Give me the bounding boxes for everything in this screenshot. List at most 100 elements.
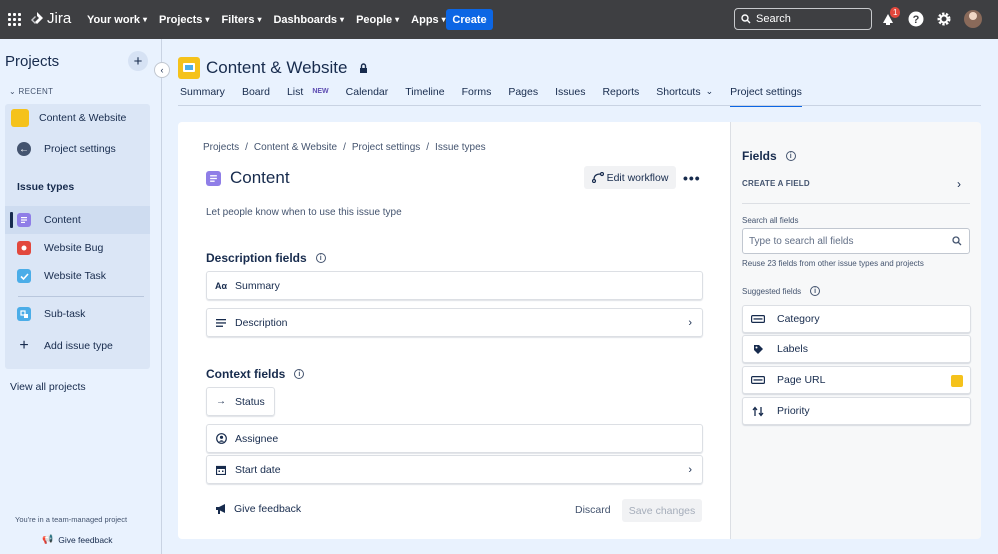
nav-projects[interactable]: Projects ▾ xyxy=(159,14,209,26)
priority-icon xyxy=(750,405,766,417)
search-fields-label: Search all fields xyxy=(742,216,799,225)
sidebar-item-add-issue-type[interactable]: + Add issue type xyxy=(5,332,150,360)
content-issue-type-icon xyxy=(17,213,31,227)
issue-type-name[interactable]: Content xyxy=(230,168,290,188)
create-field-link[interactable]: CREATE A FIELD xyxy=(742,179,810,188)
save-changes-button[interactable]: Save changes xyxy=(622,499,702,522)
suggested-fields-label: Suggested fields i xyxy=(742,286,821,296)
user-avatar[interactable] xyxy=(964,10,982,28)
content-issue-type-icon[interactable] xyxy=(206,170,221,186)
fields-panel: Fields i CREATE A FIELD › Search all fiel… xyxy=(730,122,981,539)
field-start-date[interactable]: Start date › xyxy=(206,455,703,484)
sidebar-item-label: Website Task xyxy=(44,270,107,282)
project-avatar-icon xyxy=(951,375,963,387)
sidebar-project-panel: Content & Website ← Project settings Iss… xyxy=(5,104,150,369)
recent-header: ⌄ RECENT xyxy=(9,87,54,96)
info-icon[interactable]: i xyxy=(294,369,305,379)
app-switcher-icon[interactable] xyxy=(8,13,21,26)
sidebar-item-website-bug[interactable]: Website Bug xyxy=(5,234,150,262)
tab-board[interactable]: Board xyxy=(242,86,270,106)
lock-icon[interactable] xyxy=(357,62,370,75)
workflow-icon xyxy=(591,172,604,183)
suggested-field-priority[interactable]: Priority xyxy=(742,397,971,425)
breadcrumb: Projects / Content & Website / Project setti… xyxy=(203,142,486,153)
tab-calendar[interactable]: Calendar xyxy=(346,86,389,106)
breadcrumb-project-settings[interactable]: Project settings xyxy=(352,142,420,153)
jira-logo-icon xyxy=(31,11,43,24)
more-actions-icon[interactable]: ••• xyxy=(683,170,701,186)
nav-apps[interactable]: Apps ▾ xyxy=(411,14,446,26)
arrow-right-icon: → xyxy=(216,396,226,407)
sidebar-project-settings-label: Project settings xyxy=(44,143,116,155)
tab-shortcuts[interactable]: Shortcuts ⌄ xyxy=(656,86,713,106)
svg-text:?: ? xyxy=(913,14,920,26)
discard-button[interactable]: Discard xyxy=(575,504,611,516)
breadcrumb-projects[interactable]: Projects xyxy=(203,142,239,153)
settings-gear-icon[interactable] xyxy=(936,11,952,27)
chevron-down-icon: ▾ xyxy=(257,15,262,24)
give-feedback-button[interactable]: Give feedback xyxy=(215,503,301,515)
search-icon xyxy=(952,236,962,246)
sidebar-item-website-task[interactable]: Website Task xyxy=(5,262,150,290)
reuse-fields-note: Reuse 23 fields from other issue types a… xyxy=(742,259,924,268)
nav-filters[interactable]: Filters ▾ xyxy=(221,14,261,26)
suggested-field-category[interactable]: Category xyxy=(742,305,971,333)
info-icon[interactable]: i xyxy=(785,151,796,161)
url-field-icon xyxy=(750,376,766,384)
tab-reports[interactable]: Reports xyxy=(602,86,639,106)
project-title: Content & Website xyxy=(206,58,348,77)
nav-dashboards[interactable]: Dashboards ▾ xyxy=(273,14,344,26)
sidebar-item-subtask[interactable]: Sub-task xyxy=(5,300,150,328)
sidebar-item-label: Content xyxy=(44,214,81,226)
tab-list[interactable]: List NEW xyxy=(287,86,329,106)
context-fields-heading: Context fields i xyxy=(206,367,305,381)
plus-icon: + xyxy=(19,337,29,354)
chevron-down-icon: ▾ xyxy=(340,15,345,24)
info-icon[interactable]: i xyxy=(315,253,326,263)
issue-type-description[interactable]: Let people know when to use this issue t… xyxy=(206,207,402,218)
jira-logo[interactable]: Jira xyxy=(30,10,71,27)
tab-pages[interactable]: Pages xyxy=(508,86,538,106)
tabs-divider xyxy=(178,105,981,106)
field-description[interactable]: Description › xyxy=(206,308,703,337)
chevron-down-icon: ▾ xyxy=(142,15,147,24)
view-all-projects-link[interactable]: View all projects xyxy=(10,381,86,393)
fields-panel-title: Fields i xyxy=(742,149,796,163)
suggested-field-labels[interactable]: Labels xyxy=(742,335,971,363)
field-status[interactable]: → Status xyxy=(206,387,275,416)
chevron-down-icon: ▾ xyxy=(205,15,210,24)
info-icon[interactable]: i xyxy=(810,286,821,296)
project-avatar xyxy=(178,57,200,79)
sidebar-feedback-link[interactable]: 📢 Give feedback xyxy=(42,534,113,545)
field-assignee[interactable]: Assignee xyxy=(206,424,703,453)
help-icon[interactable]: ? xyxy=(908,11,924,27)
create-button[interactable]: Create xyxy=(446,9,493,30)
collapse-sidebar-button[interactable]: ‹ xyxy=(154,62,170,78)
sidebar-divider xyxy=(18,296,144,297)
issue-type-title: Content xyxy=(206,168,290,188)
tab-issues[interactable]: Issues xyxy=(555,86,585,106)
global-search-input[interactable]: Search xyxy=(734,8,872,30)
text-field-icon: Aα xyxy=(214,280,228,291)
sidebar-item-project-settings[interactable]: ← Project settings xyxy=(5,135,150,163)
field-summary[interactable]: Aα Summary xyxy=(206,271,703,300)
global-search-placeholder: Search xyxy=(756,13,791,25)
add-project-button[interactable]: + xyxy=(128,51,148,71)
suggested-field-page-url[interactable]: Page URL xyxy=(742,366,971,394)
breadcrumb-project[interactable]: Content & Website xyxy=(254,142,337,153)
edit-workflow-button[interactable]: Edit workflow xyxy=(584,166,676,189)
tab-project-settings[interactable]: Project settings xyxy=(730,86,802,107)
tab-forms[interactable]: Forms xyxy=(462,86,492,106)
issue-type-editor: Projects / Content & Website / Project setti… xyxy=(178,122,730,539)
nav-your-work[interactable]: Your work ▾ xyxy=(87,14,147,26)
dropdown-field-icon xyxy=(750,315,766,323)
sidebar-item-content[interactable]: Content xyxy=(5,206,150,234)
search-fields-input[interactable]: Type to search all fields xyxy=(742,228,970,254)
top-navigation: Jira Your work ▾ Projects ▾ Filters ▾ Dashb… xyxy=(0,0,998,39)
chevron-right-icon[interactable]: › xyxy=(957,177,961,191)
sidebar-item-project[interactable]: Content & Website xyxy=(5,104,150,132)
tab-summary[interactable]: Summary xyxy=(180,86,225,106)
tab-timeline[interactable]: Timeline xyxy=(405,86,444,106)
nav-people[interactable]: People ▾ xyxy=(356,14,399,26)
breadcrumb-issue-types[interactable]: Issue types xyxy=(435,142,486,153)
